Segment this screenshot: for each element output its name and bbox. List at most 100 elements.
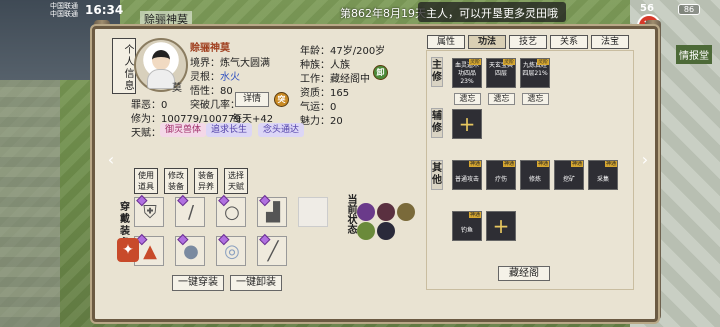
add-other-skill-button[interactable]: + [486, 211, 516, 241]
main-skill-slot[interactable]: 灵阶 血灵遁术 功四品 23% [452, 58, 482, 88]
battery-icon: 86 [678, 4, 700, 15]
state-buff-icon[interactable] [377, 222, 395, 240]
prev-arrow-icon[interactable]: ‹ [104, 150, 118, 170]
boots-icon: ▟ [266, 202, 280, 223]
tab-treasures[interactable]: 法宝 [591, 35, 629, 49]
equipment-slot[interactable]: / [175, 194, 205, 227]
avatar-body [147, 69, 175, 89]
state-buff-icon[interactable] [357, 203, 375, 221]
equipment-slot-empty[interactable] [298, 197, 328, 227]
current-state-label: 当前状态 [345, 194, 356, 234]
equipment-slot[interactable]: ◎ [216, 233, 246, 266]
root-row: 灵根：水火 [190, 68, 240, 83]
state-buff-icon[interactable] [377, 203, 395, 221]
clock: 16:34 [85, 3, 124, 17]
sin-row: 罪恶：0 [131, 96, 167, 111]
other-skill-slot[interactable]: 神通 修炼 [520, 160, 550, 190]
race-row: 种族：人族 [300, 56, 350, 71]
skill-grade-tag: 灵阶 [468, 59, 481, 65]
unequip-all-button[interactable]: 一键卸装 [230, 275, 282, 291]
skill-grade-tag: 神通 [570, 161, 583, 167]
carrier-1: 中国联通 [50, 2, 78, 10]
choose-talent-button[interactable]: 选择天赋 [224, 168, 248, 194]
next-arrow-icon[interactable]: › [638, 150, 652, 170]
breakthrough-row: 突破几率： [190, 96, 240, 111]
realm-row: 境界：炼气大圆满 [190, 54, 270, 69]
skill-progress: 四层 [494, 70, 507, 77]
other-skill-slot[interactable]: 神通 采集 [588, 160, 618, 190]
skill-name: 普通攻击 [454, 176, 479, 183]
state-buff-icon[interactable] [397, 203, 415, 221]
game-date: 第862年8月19天 [340, 7, 426, 20]
orb-icon: ● [183, 241, 199, 262]
other-skill-slot[interactable]: 神通 普通攻击 [452, 160, 482, 190]
state-icons [357, 203, 415, 240]
skill-name: 疗伤 [494, 176, 507, 183]
main-skill-slot[interactable]: 灵阶 天玄宝典 四层 [486, 58, 516, 88]
equipment-slot[interactable]: ▟ [257, 194, 287, 227]
charm-label: 魅力： [300, 116, 330, 127]
scripture-pavilion-button[interactable]: 藏经阁 [498, 266, 550, 281]
work-unload-icon[interactable]: 卸 [373, 65, 388, 80]
skill-grade-tag: 灵阶 [536, 59, 549, 65]
details-button[interactable]: 详情 [235, 92, 269, 107]
equipment-nurture-button[interactable]: 装备异养 [194, 168, 218, 194]
robe-icon: ▲ [143, 241, 157, 262]
robe-badge-icon: ✦ [117, 238, 139, 262]
skill-grade-tag: 神通 [604, 161, 617, 167]
skill-grade-tag: 神通 [468, 212, 481, 218]
carrier-2: 中国联通 [50, 10, 78, 18]
equipment-slot[interactable]: ⛨ [134, 194, 164, 227]
carrier-label: 中国联通 中国联通 [50, 2, 78, 18]
equipment-slot[interactable]: ○ [216, 194, 246, 227]
other-skill-slot[interactable]: 神通 挖矿 [554, 160, 584, 190]
forget-button[interactable]: 遗忘 [454, 93, 481, 105]
intel-hall-tag[interactable]: 情报堂 [676, 45, 712, 64]
equipment-slot[interactable]: ╱ [257, 233, 287, 266]
talent-badge[interactable]: 追求长生 [206, 123, 253, 137]
wall-scenery [0, 80, 60, 327]
talent-badge[interactable]: 念头通达 [258, 123, 305, 137]
age-row: 年龄：47岁/200岁 [300, 42, 385, 57]
section-main: 主修 [431, 57, 443, 87]
hint-banner[interactable]: 主人，可以开垦更多灵田哦 [418, 2, 566, 22]
skill-name: 挖矿 [562, 176, 575, 183]
tab-techniques[interactable]: 功法 [468, 35, 506, 49]
armor-icon: ⛨ [143, 202, 157, 223]
talent-label: 天赋： [131, 128, 161, 139]
personal-info-tab[interactable]: 个人信息 [112, 38, 136, 94]
state-buff-icon[interactable] [357, 222, 375, 240]
main-skill-slot[interactable]: 灵阶 九炼真经 四层21% [520, 58, 550, 88]
skill-name: 修炼 [528, 176, 541, 183]
section-other: 其他 [431, 160, 443, 190]
add-aux-skill-button[interactable]: + [452, 109, 482, 139]
other-skill-slot[interactable]: 神通 疗伤 [486, 160, 516, 190]
spear-icon: ╱ [267, 241, 279, 262]
forget-button[interactable]: 遗忘 [522, 93, 549, 105]
pendant-icon: ○ [224, 202, 240, 223]
nature-row: 悟性：80 [190, 82, 233, 97]
use-item-button[interactable]: 使用道具 [134, 168, 158, 194]
tab-attributes[interactable]: 属性 [427, 35, 465, 49]
skill-grade-tag: 神通 [536, 161, 549, 167]
skill-grade-tag: 神通 [502, 161, 515, 167]
talent-badge[interactable]: 御灵兽体 [160, 123, 207, 137]
qi-row: 气运：0 [300, 98, 336, 113]
forget-button[interactable]: 遗忘 [488, 93, 515, 105]
network-speed: 56 [640, 3, 654, 14]
disc-icon: ◎ [224, 241, 240, 262]
charm-row: 魅力：20 [300, 112, 343, 127]
avatar-surname: 莫 [172, 83, 182, 94]
modify-equipment-button[interactable]: 修改装备 [164, 168, 188, 194]
equipment-slot[interactable]: ● [175, 233, 205, 266]
skill-grade-tag: 灵阶 [502, 59, 515, 65]
character-name: 赊骊神莫 [190, 43, 230, 54]
player-name-top: 赊骊神莫 [140, 11, 192, 27]
equip-all-button[interactable]: 一键穿装 [172, 275, 224, 291]
game-screen: { "statusbar": { "carrier_1": "中国联通", "c… [0, 0, 720, 327]
blade-icon: / [187, 202, 195, 223]
breakthrough-icon[interactable]: 突 [274, 92, 289, 107]
tab-relations[interactable]: 关系 [550, 35, 588, 49]
other-skill-slot[interactable]: 神通 钓鱼 [452, 211, 482, 241]
tab-skills[interactable]: 技艺 [509, 35, 547, 49]
